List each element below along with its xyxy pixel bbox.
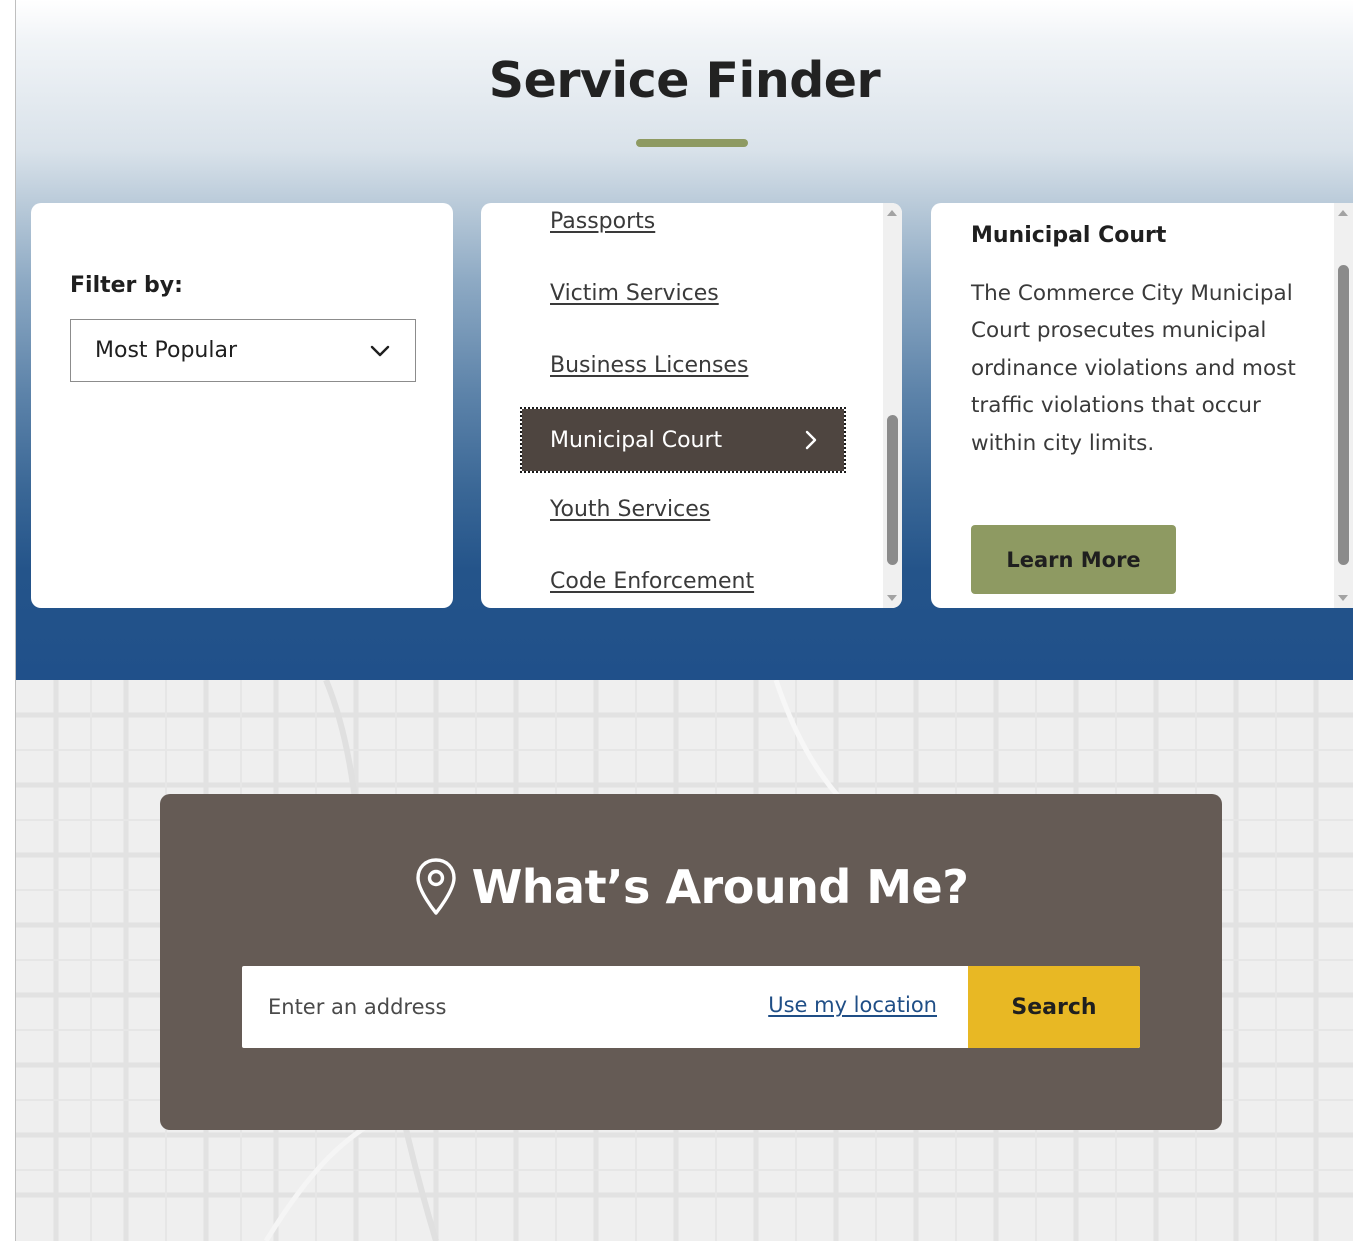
service-link-code-enforcement[interactable]: Code Enforcement bbox=[550, 569, 754, 594]
service-list-scrollbar[interactable] bbox=[883, 203, 902, 608]
scroll-up-arrow-icon[interactable] bbox=[1338, 210, 1348, 216]
service-link-municipal-court[interactable]: Municipal Court bbox=[520, 407, 846, 473]
service-link-youth-services[interactable]: Youth Services bbox=[550, 497, 710, 522]
detail-title: Municipal Court bbox=[971, 223, 1167, 248]
detail-description: The Commerce City Municipal Court prosec… bbox=[971, 281, 1296, 456]
address-input[interactable] bbox=[242, 966, 742, 1048]
chevron-right-icon bbox=[805, 430, 817, 450]
location-pin-icon bbox=[415, 858, 456, 915]
scroll-thumb[interactable] bbox=[1338, 265, 1349, 565]
filter-select-value: Most Popular bbox=[95, 338, 238, 363]
page-title: Service Finder bbox=[488, 52, 881, 109]
scroll-down-arrow-icon[interactable] bbox=[1338, 595, 1348, 601]
service-link-passports[interactable]: Passports bbox=[550, 209, 655, 234]
service-link-victim-services[interactable]: Victim Services bbox=[550, 281, 719, 306]
around-title-row: What’s Around Me? bbox=[160, 852, 1222, 922]
scroll-up-arrow-icon[interactable] bbox=[887, 210, 897, 216]
around-me-title: What’s Around Me? bbox=[471, 860, 969, 914]
use-my-location-link[interactable]: Use my location bbox=[768, 993, 937, 1017]
page-left-border bbox=[15, 0, 16, 1241]
title-underline bbox=[636, 139, 748, 147]
chevron-down-icon bbox=[370, 345, 390, 357]
filter-card: Filter by: Most Popular bbox=[31, 203, 453, 608]
service-list-card: Passports Victim Services Business Licen… bbox=[481, 203, 902, 608]
scroll-down-arrow-icon[interactable] bbox=[887, 595, 897, 601]
learn-more-button[interactable]: Learn More bbox=[971, 525, 1176, 594]
filter-select[interactable]: Most Popular bbox=[70, 319, 416, 382]
filter-label: Filter by: bbox=[70, 273, 183, 298]
service-link-business-licenses[interactable]: Business Licenses bbox=[550, 353, 748, 378]
address-search-bar: Use my location Search bbox=[242, 966, 1140, 1048]
whats-around-me-card: What’s Around Me? Use my location Search bbox=[160, 794, 1222, 1130]
service-detail-card: Municipal Court The Commerce City Munici… bbox=[931, 203, 1353, 608]
service-link-label: Municipal Court bbox=[550, 427, 723, 453]
search-button[interactable]: Search bbox=[968, 966, 1140, 1048]
detail-scrollbar[interactable] bbox=[1334, 203, 1353, 608]
scroll-thumb[interactable] bbox=[887, 415, 898, 565]
